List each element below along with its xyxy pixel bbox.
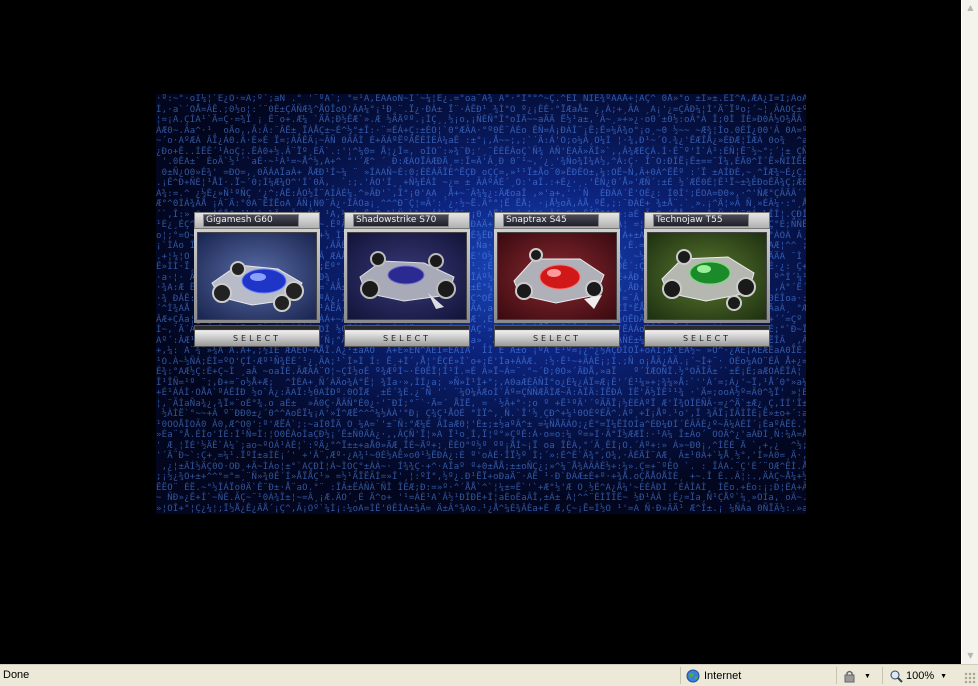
game-stage: ·º:~°·oÎ¼¦`É¿O·=À;º´;aÑ .° '¨ºÀ`; °=¹Ã,É… xyxy=(156,94,806,514)
select-button[interactable]: SELECT xyxy=(494,325,620,347)
chevron-down-icon: ▼ xyxy=(940,672,948,680)
select-button[interactable]: SELECT xyxy=(194,325,320,347)
car-card-header: Shadowstrike S70 xyxy=(344,212,470,229)
car-frame xyxy=(644,229,770,323)
zoom-control[interactable]: 100% ▼ xyxy=(890,668,947,684)
car-image[interactable] xyxy=(647,232,767,320)
select-button[interactable]: SELECT xyxy=(344,325,470,347)
car-name: Shadowstrike S70 xyxy=(356,215,437,225)
status-text: Done xyxy=(3,669,30,681)
scroll-down-icon[interactable]: ▼ xyxy=(963,648,978,664)
magnifier-icon xyxy=(890,670,903,683)
car-frame xyxy=(494,229,620,323)
car-name: Technojaw T55 xyxy=(656,215,723,225)
vertical-scrollbar[interactable]: ▲ ▼ xyxy=(961,0,978,664)
car-card-snaptrax: Snaptrax S45 SELECT xyxy=(494,212,620,348)
car-name: Gigamesh G60 xyxy=(206,215,273,225)
resize-grip[interactable] xyxy=(964,672,976,684)
car-card-header: Gigamesh G60 xyxy=(194,212,320,229)
select-button[interactable]: SELECT xyxy=(644,325,770,347)
protected-mode[interactable]: ▼ xyxy=(842,668,871,684)
car-image[interactable] xyxy=(197,232,317,320)
browser-content-area: ·º:~°·oÎ¼¦`É¿O·=À;º´;aÑ .° '¨ºÀ`; °=¹Ã,É… xyxy=(0,0,961,664)
zone-label: Internet xyxy=(704,670,742,682)
car-image[interactable] xyxy=(497,232,617,320)
chevron-down-icon: ▼ xyxy=(864,672,871,680)
car-frame xyxy=(344,229,470,323)
car-card-shadowstrike: Shadowstrike S70 SELECT xyxy=(344,212,470,348)
car-frame xyxy=(194,229,320,323)
car-card-header: Technojaw T55 xyxy=(644,212,770,229)
lock-icon xyxy=(844,670,855,683)
globe-icon xyxy=(686,669,700,683)
car-card-technojaw: Technojaw T55 SELECT xyxy=(644,212,770,348)
security-zone[interactable]: Internet xyxy=(686,668,741,684)
status-bar: Done Internet ▼ 100% ▼ xyxy=(0,664,978,686)
car-image[interactable] xyxy=(347,232,467,320)
zoom-value: 100% xyxy=(906,670,935,682)
scroll-up-icon[interactable]: ▲ xyxy=(963,0,978,16)
car-card-header: Snaptrax S45 xyxy=(494,212,620,229)
car-name: Snaptrax S45 xyxy=(506,215,567,225)
car-card-gigamesh: Gigamesh G60 SELECT xyxy=(194,212,320,348)
